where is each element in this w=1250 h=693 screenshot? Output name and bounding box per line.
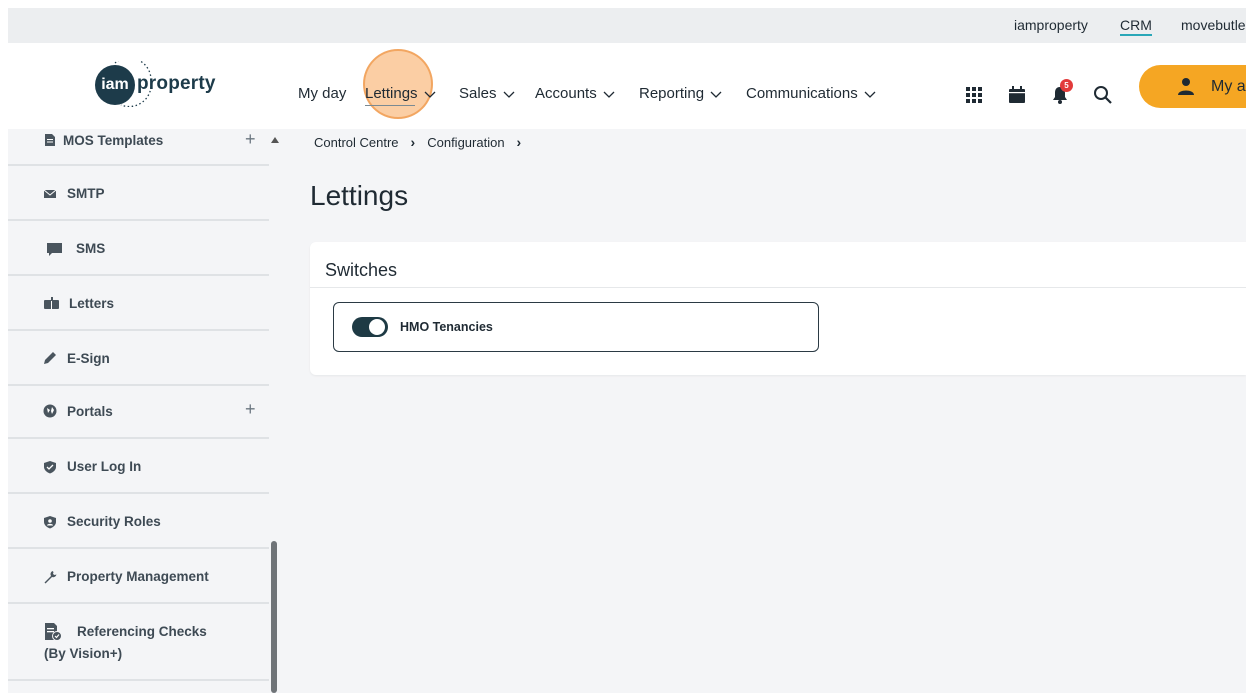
sidebar-item-label: Letters [69,296,115,311]
nav-reporting[interactable]: Reporting [639,85,722,102]
hmo-tenancies-toggle[interactable] [352,317,388,337]
chevron-down-icon [603,91,615,98]
topbar-link-movebutler[interactable]: movebutle [1181,17,1246,33]
wrench-icon [44,571,57,584]
chevron-right-icon: › [516,134,522,150]
document-icon [45,134,55,146]
breadcrumb-configuration[interactable]: Configuration [427,135,504,150]
my-account-label: My ac [1211,77,1246,95]
chevron-down-icon [424,91,436,98]
search-icon[interactable] [1093,85,1113,105]
sidebar-item-label: Portals [67,404,113,419]
nav-label: Reporting [639,85,705,102]
chevron-down-icon [503,91,514,98]
chevron-down-icon [710,91,722,98]
sms-bubble-icon [47,243,62,256]
chevron-right-icon: › [410,134,416,150]
expand-plus-icon[interactable]: + [245,129,256,150]
card-divider [310,287,1246,288]
nav-my-day[interactable]: My day [298,85,346,102]
chevron-down-icon [864,91,876,98]
card-title: Switches [325,260,398,280]
sidebar-item-portals[interactable]: Portals + [8,386,269,439]
user-icon [1178,78,1194,95]
logo-wordmark: property [137,73,216,94]
sidebar-scrollbar[interactable] [271,541,277,693]
expand-plus-icon[interactable]: + [245,399,256,420]
sidebar-item-sublabel: (By Vision+) [44,646,123,661]
mailbox-icon [44,297,59,309]
nav-sales[interactable]: Sales [459,85,515,102]
shield-icon [44,461,56,474]
breadcrumb: Control Centre › Configuration › [314,134,533,150]
nav-label: Accounts [535,85,597,102]
switch-row-hmo-tenancies: HMO Tenancies [333,302,819,352]
sidebar-item-smtp[interactable]: SMTP [8,166,269,221]
sidebar-item-security-roles[interactable]: Security Roles [8,494,269,549]
sidebar-item-referencing-checks[interactable]: Referencing Checks (By Vision+) [8,604,269,681]
nav-lettings[interactable]: Lettings [365,85,436,102]
app-window: iamproperty CRM movebutle iam property M… [8,8,1246,693]
nav-label: Sales [459,85,497,102]
nav-label: My day [298,85,347,102]
envelope-icon [43,189,57,198]
logo-circle: iam [95,65,135,105]
sidebar-item-label: Referencing Checks [77,624,207,639]
topbar-link-crm[interactable]: CRM [1120,17,1152,36]
sidebar: MOS Templates + SMTP SMS Letters E-Sign … [8,129,279,693]
calendar-icon[interactable] [1007,85,1027,105]
sidebar-item-mos-templates[interactable]: MOS Templates + [8,129,269,166]
toggle-knob [369,319,385,335]
nav-communications[interactable]: Communications [746,85,876,102]
sidebar-item-label: E-Sign [67,351,110,366]
pencil-icon [44,352,56,364]
apps-grid-icon[interactable] [964,85,984,105]
utility-bar: iamproperty CRM movebutle [8,8,1246,43]
sidebar-item-label: MOS Templates [63,133,164,148]
switch-label: HMO Tenancies [400,320,493,334]
checklist-icon [45,623,62,641]
nav-label: Communications [746,85,858,102]
sidebar-item-letters[interactable]: Letters [8,276,269,331]
sidebar-item-label: Security Roles [67,514,161,529]
switches-card: Switches HMO Tenancies [310,242,1246,375]
sidebar-item-label: SMTP [67,186,105,201]
sidebar-item-label: Property Management [67,569,209,584]
notification-badge: 5 [1060,79,1073,92]
sidebar-item-sms[interactable]: SMS [8,221,269,276]
topbar-link-iamproperty[interactable]: iamproperty [1014,17,1088,33]
my-account-button[interactable]: My ac [1139,65,1246,108]
nav-lettings-underline [365,105,415,106]
breadcrumb-control-centre[interactable]: Control Centre [314,135,399,150]
shield-user-icon [44,516,56,529]
sidebar-item-label: SMS [76,241,106,256]
scroll-up-icon[interactable] [271,137,279,143]
sidebar-item-e-sign[interactable]: E-Sign [8,331,269,386]
brand-logo[interactable]: iam property [95,61,216,109]
sidebar-item-label: User Log In [67,459,142,474]
sidebar-item-property-management[interactable]: Property Management [8,549,269,604]
globe-icon [43,404,57,418]
main-header: iam property My day Lettings Sales Accou… [8,43,1246,129]
sidebar-item-user-log-in[interactable]: User Log In [8,439,269,494]
click-highlight [363,49,433,119]
nav-accounts[interactable]: Accounts [535,85,615,102]
nav-label: Lettings [365,85,418,102]
page-title: Lettings [310,180,409,211]
